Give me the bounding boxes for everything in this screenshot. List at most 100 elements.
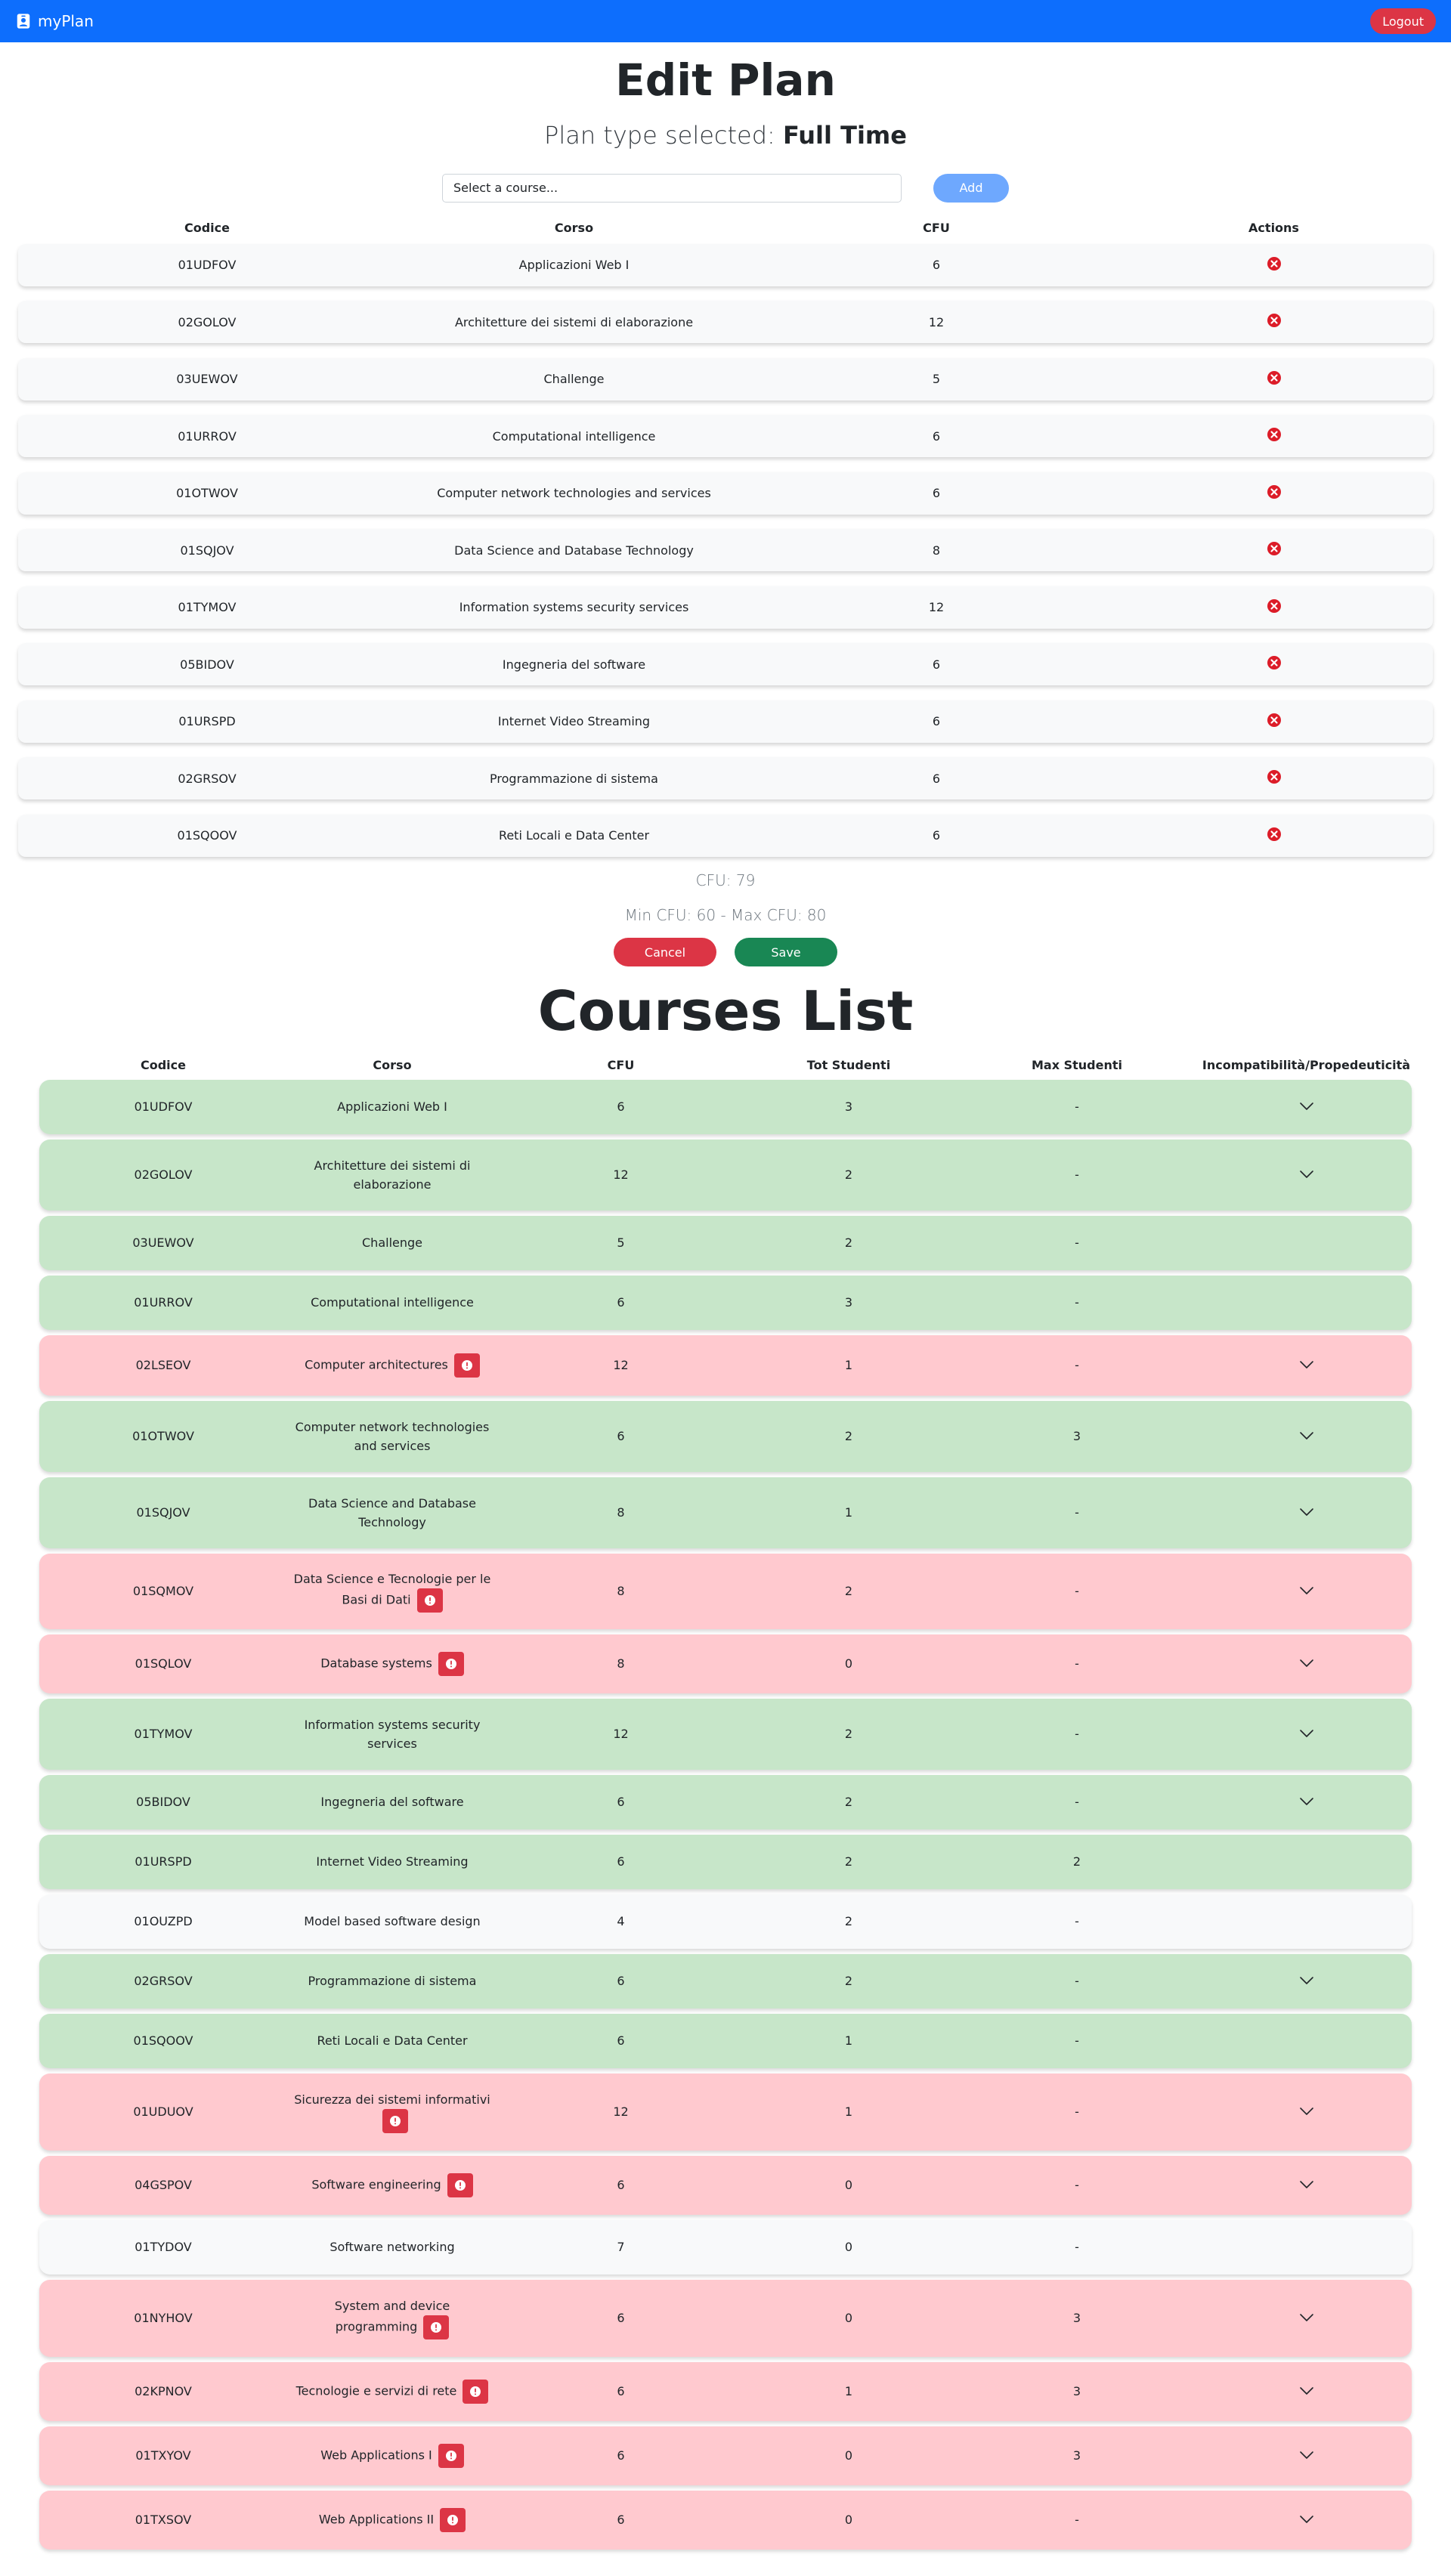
chevron-down-icon[interactable]	[1299, 1976, 1314, 1985]
plan-course-code: 01OTWOV	[176, 486, 238, 501]
chevron-down-icon[interactable]	[1299, 1170, 1314, 1179]
chevron-down-icon[interactable]	[1299, 2451, 1314, 2460]
plan-course-name: Programmazione di sistema	[490, 771, 658, 786]
chevron-down-icon[interactable]	[1299, 2107, 1314, 2116]
chevron-down-icon[interactable]	[1299, 2180, 1314, 2189]
plan-row: 01OTWOV Computer network technologies and…	[18, 472, 1433, 515]
course-select[interactable]: Select a course...	[442, 173, 902, 203]
course-warning-button[interactable]	[382, 2109, 408, 2134]
course-code: 01OTWOV	[132, 1429, 194, 1444]
chevron-down-icon[interactable]	[1299, 2313, 1314, 2322]
plan-row-actions	[1118, 313, 1430, 331]
course-name-cell: Architetture dei sistemi di elaborazione	[287, 1156, 497, 1194]
x-circle-icon[interactable]	[1267, 370, 1282, 385]
chevron-down-icon[interactable]	[1299, 1508, 1314, 1517]
course-warning-button[interactable]	[438, 1651, 464, 1676]
course-row: 03UEWOV Challenge 5 2 -	[39, 1215, 1412, 1270]
course-max-students: -	[1075, 2513, 1079, 2528]
course-warning-button[interactable]	[463, 2379, 489, 2404]
plan-row: 01SQOOV Reti Locali e Data Center 6	[18, 814, 1433, 857]
chevron-down-icon[interactable]	[1299, 1659, 1314, 1668]
plan-course-code: 03UEWOV	[176, 372, 238, 387]
course-tot-students: 1	[844, 1505, 853, 1520]
course-name-cell: Internet Video Streaming	[287, 1852, 497, 1871]
course-warning-button[interactable]	[416, 1588, 443, 1613]
chevron-down-icon[interactable]	[1299, 1729, 1314, 1738]
cancel-button[interactable]: Cancel	[614, 938, 716, 967]
add-course-row: Select a course... Add	[0, 173, 1451, 203]
course-max-students: -	[1075, 1295, 1079, 1310]
exclamation-circle-icon	[470, 2386, 481, 2397]
course-max-students: -	[1075, 1727, 1079, 1742]
course-name: Tecnologie e servizi di rete	[295, 2383, 457, 2398]
course-expand-cell	[1201, 2384, 1412, 2398]
chevron-down-icon[interactable]	[1299, 1431, 1314, 1440]
chevron-down-icon[interactable]	[1299, 1102, 1314, 1111]
plan-row: 03UEWOV Challenge 5	[18, 357, 1433, 400]
course-warning-button[interactable]	[440, 2507, 466, 2532]
plan-type-text: Plan type selected: Full Time	[0, 121, 1451, 150]
course-warning-button[interactable]	[447, 2172, 473, 2197]
save-button[interactable]: Save	[735, 938, 837, 967]
course-warning-button[interactable]	[453, 1353, 480, 1378]
x-circle-icon[interactable]	[1267, 655, 1282, 670]
course-cfu: 6	[617, 2311, 625, 2326]
chevron-down-icon[interactable]	[1299, 1360, 1314, 1369]
plan-type-value: Full Time	[782, 120, 907, 150]
plan-table-header: Codice Corso CFU Actions	[21, 221, 1430, 235]
plan-course-name: Challenge	[543, 372, 605, 387]
course-code: 05BIDOV	[136, 1795, 190, 1810]
x-circle-icon[interactable]	[1267, 713, 1282, 728]
course-row: 02GOLOV Architetture dei sistemi di elabo…	[39, 1139, 1412, 1211]
plan-course-name: Ingegneria del software	[502, 657, 646, 672]
plan-row-actions	[1118, 598, 1430, 617]
exclamation-circle-icon	[461, 1359, 472, 1371]
course-tot-students: 1	[844, 2033, 853, 2049]
person-badge-icon	[17, 14, 30, 29]
x-circle-icon[interactable]	[1267, 769, 1282, 784]
course-row: 04GSPOV Software engineering 6 0 -	[39, 2155, 1412, 2215]
x-circle-icon[interactable]	[1267, 598, 1282, 614]
course-cfu: 6	[617, 1795, 625, 1810]
course-row: 01OTWOV Computer network technologies and…	[39, 1400, 1412, 1472]
course-warning-button[interactable]	[423, 2315, 450, 2340]
course-code: 01SQJOV	[136, 1505, 190, 1520]
plan-row-actions	[1118, 484, 1430, 503]
course-tot-students: 0	[844, 2513, 853, 2528]
course-name-cell: Data Science and Database Technology	[287, 1494, 497, 1532]
brand[interactable]: myPlan	[15, 12, 94, 30]
x-circle-icon[interactable]	[1267, 541, 1282, 556]
course-name-cell: Ingegneria del software	[287, 1792, 497, 1811]
course-max-students: -	[1075, 2104, 1079, 2120]
plan-course-name: Computer network technologies and servic…	[437, 486, 711, 501]
course-row: 01NYHOV System and device programming 6 0 3	[39, 2279, 1412, 2357]
logout-button[interactable]: Logout	[1370, 8, 1436, 34]
course-expand-cell	[1201, 1429, 1412, 1443]
x-circle-icon[interactable]	[1267, 484, 1282, 499]
course-name: Applicazioni Web I	[337, 1099, 447, 1115]
plan-row-actions	[1118, 256, 1430, 274]
plan-table: 01UDFOV Applicazioni Web I 6 02GOLOV Archite…	[18, 243, 1433, 857]
chevron-down-icon[interactable]	[1299, 1797, 1314, 1806]
x-circle-icon[interactable]	[1267, 256, 1282, 271]
plan-course-name: Architetture dei sistemi di elaborazione	[454, 314, 694, 329]
plan-course-name: Reti Locali e Data Center	[498, 828, 650, 843]
course-expand-cell	[1201, 2513, 1412, 2527]
x-circle-icon[interactable]	[1267, 827, 1282, 842]
plan-course-name: Computational intelligence	[492, 428, 656, 444]
chevron-down-icon[interactable]	[1299, 2386, 1314, 2395]
course-max-students: -	[1075, 1656, 1079, 1671]
chevron-down-icon[interactable]	[1299, 1586, 1314, 1595]
add-button[interactable]: Add	[933, 173, 1009, 203]
course-row: 01SQMOV Data Science e Tecnologie per le …	[39, 1553, 1412, 1629]
course-expand-cell	[1201, 2104, 1412, 2119]
plan-row: 01SQJOV Data Science and Database Technol…	[18, 529, 1433, 572]
course-row: 01UDFOV Applicazioni Web I 6 3 -	[39, 1079, 1412, 1134]
x-circle-icon[interactable]	[1267, 427, 1282, 442]
course-name: Internet Video Streaming	[316, 1854, 469, 1869]
course-warning-button[interactable]	[438, 2443, 464, 2468]
x-circle-icon[interactable]	[1267, 313, 1282, 328]
chevron-down-icon[interactable]	[1299, 2515, 1314, 2524]
courses-header-cell: Incompatibilità/Propedeuticità	[1202, 1057, 1411, 1072]
course-max-students: -	[1075, 1974, 1079, 1989]
